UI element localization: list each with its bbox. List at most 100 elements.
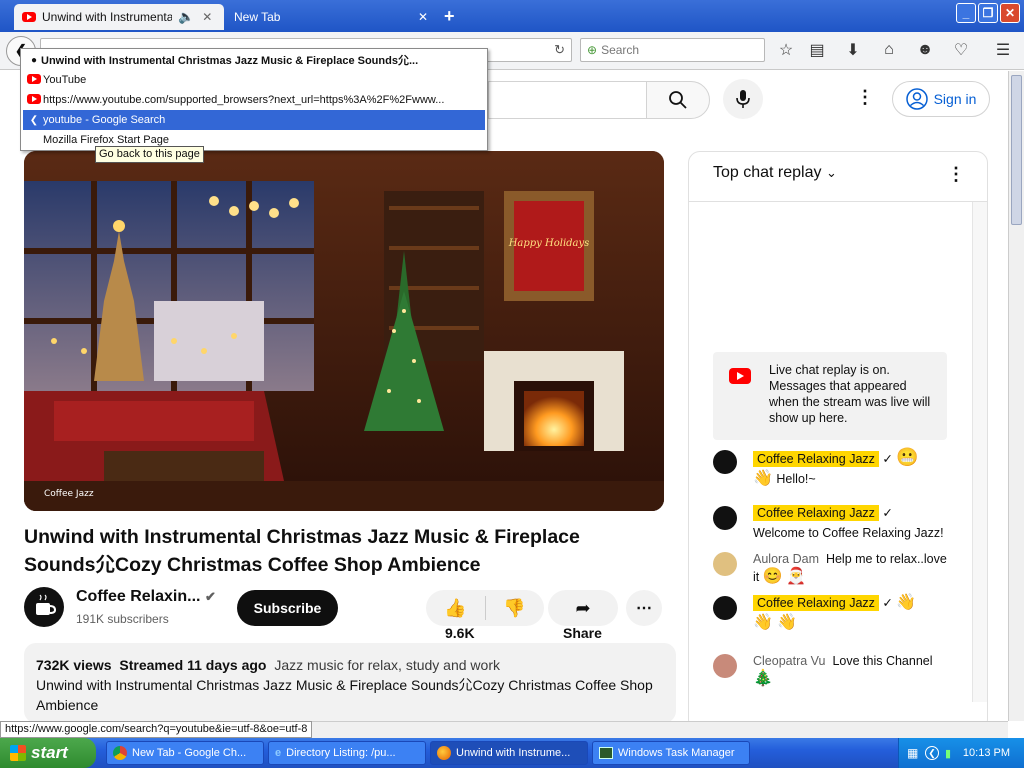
chat-avatar[interactable] [713, 552, 737, 576]
new-tab-button[interactable]: + [444, 6, 455, 27]
windows-taskbar: start New Tab - Google Ch... e Directory … [0, 738, 1024, 768]
stream-date: Streamed 11 days ago [119, 657, 267, 673]
microphone-icon [736, 90, 750, 108]
page-vertical-scrollbar[interactable] [1008, 71, 1024, 721]
scroll-thumb[interactable] [1011, 75, 1022, 225]
chat-message: Coffee Relaxing Jazz ✓ 👋 👋 👋 [713, 594, 953, 642]
ie-icon: e [275, 747, 282, 759]
history-item[interactable]: https://www.youtube.com/supported_browse… [23, 90, 485, 110]
bookmark-star-icon[interactable]: ☆ [775, 38, 797, 62]
taskbar-item[interactable]: e Directory Listing: /pu... [268, 741, 426, 765]
search-input[interactable]: ⊕ Search [580, 38, 765, 62]
chat-text: Love this Channel [832, 654, 933, 668]
back-history-menu: ● Unwind with Instrumental Christmas Jazz… [20, 48, 488, 151]
close-tab-icon[interactable]: ✕ [418, 10, 428, 24]
chat-panel: Top chat replay ⌄ ⋮ Live chat replay is … [688, 151, 988, 721]
tray-expand-icon[interactable]: ❮ [925, 746, 939, 760]
channel-name[interactable]: Coffee Relaxin... ✔ [76, 588, 216, 606]
smile-emoji-icon: 😊 [762, 568, 783, 585]
current-page-dot-icon: ● [30, 54, 38, 66]
chat-author[interactable]: Cleopatra Vu [753, 654, 826, 668]
chat-message: Aulora Dam Help me to relax..love it 😊 🎅 [713, 550, 953, 594]
tab-new-tab[interactable]: New Tab ✕ [226, 4, 436, 30]
home-icon[interactable]: ⌂ [878, 38, 900, 62]
chat-text: Welcome to Coffee Relaxing Jazz! [753, 526, 944, 540]
history-item-selected[interactable]: ❮ youtube - Google Search [23, 110, 485, 130]
chat-avatar[interactable] [713, 506, 737, 530]
voice-search-button[interactable] [723, 79, 763, 119]
taskbar-item[interactable]: Windows Task Manager [592, 741, 750, 765]
share-button[interactable]: ➦ [548, 590, 618, 626]
verified-owner-icon: ✓ [882, 452, 893, 466]
monitor-icon[interactable]: ▮ [945, 747, 951, 760]
task-manager-icon [599, 747, 613, 759]
verified-owner-icon: ✓ [882, 596, 893, 610]
menu-icon[interactable]: ☰ [992, 38, 1014, 62]
chrome-icon [113, 746, 127, 760]
downloads-icon[interactable]: ⬇ [842, 38, 864, 62]
pocket-icon[interactable]: ♡ [950, 38, 972, 62]
chat-author[interactable]: Coffee Relaxing Jazz [753, 505, 879, 521]
close-window-button[interactable]: ✕ [1000, 3, 1020, 23]
back-arrow-icon: ❮ [29, 114, 39, 126]
chat-scrollbar[interactable] [972, 202, 987, 702]
description-tags: Jazz music for relax, study and work [274, 657, 500, 673]
youtube-search-button[interactable] [646, 81, 710, 119]
youtube-icon [22, 12, 36, 22]
reading-list-icon[interactable]: ▤ [806, 38, 828, 62]
restore-button[interactable]: ❐ [978, 3, 998, 23]
like-icon[interactable]: 👍 [427, 598, 485, 619]
chat-notice: Live chat replay is on. Messages that ap… [713, 352, 947, 440]
youtube-search-input[interactable] [488, 81, 646, 119]
view-count: 732K views [36, 657, 112, 673]
sign-in-button[interactable]: Sign in [892, 81, 990, 117]
chat-mode-selector[interactable]: Top chat replay ⌄ [713, 164, 837, 182]
tab-title: New Tab [234, 10, 281, 24]
chat-message: Coffee Relaxing Jazz ✓ 😬 👋 Hello!~ [713, 448, 953, 496]
tab-title: Unwind with Instrumental... [42, 10, 172, 24]
chat-text: Hello!~ [776, 472, 816, 486]
taskbar-item[interactable]: New Tab - Google Ch... [106, 741, 264, 765]
tab-youtube[interactable]: Unwind with Instrumental... 🔈 ✕ [14, 4, 224, 30]
holiday-sign-text: Happy Holidays [508, 238, 590, 249]
youtube-icon [27, 73, 41, 84]
chat-avatar[interactable] [713, 596, 737, 620]
like-count: 9.6K [445, 625, 475, 641]
chat-avatar[interactable] [713, 450, 737, 474]
description-meta: 732K views Streamed 11 days ago Jazz mus… [36, 655, 664, 675]
taskbar-item-active[interactable]: Unwind with Instrume... [430, 741, 588, 765]
chat-author[interactable]: Coffee Relaxing Jazz [753, 451, 879, 467]
history-item[interactable]: ● Unwind with Instrumental Christmas Jazz… [23, 50, 485, 70]
video-player[interactable]: Happy Holidays Coffee Jazz [24, 151, 664, 511]
close-tab-icon[interactable]: ✕ [202, 10, 212, 24]
video-thumbnail: Happy Holidays Coffee Jazz [24, 151, 664, 511]
chat-avatar[interactable] [713, 654, 737, 678]
description-box[interactable]: 732K views Streamed 11 days ago Jazz mus… [24, 643, 676, 721]
youtube-icon [27, 93, 41, 104]
chat-options-icon[interactable]: ⋮ [947, 164, 965, 185]
system-tray: ▦ ❮ ▮ 10:13 PM [898, 738, 1024, 768]
start-button[interactable]: start [0, 738, 96, 768]
windows-logo-icon [10, 745, 26, 761]
network-icon[interactable]: ▦ [907, 746, 918, 760]
chat-icon[interactable]: ☻ [914, 38, 936, 62]
sign-in-label: Sign in [933, 91, 977, 107]
santa-emoji-icon: 🎅 [786, 568, 807, 585]
minimize-button[interactable]: _ [956, 3, 976, 23]
speaker-icon[interactable]: 🔈 [178, 9, 194, 25]
more-options-icon[interactable]: ⋮ [856, 87, 874, 108]
history-item[interactable]: Mozilla Firefox Start Page [23, 130, 485, 150]
reload-icon[interactable]: ↻ [554, 42, 565, 58]
coffee-cup-icon [36, 594, 57, 615]
verified-icon: ✔ [204, 589, 216, 604]
subscribe-button[interactable]: Subscribe [237, 590, 338, 626]
search-engine-icon[interactable]: ⊕ [587, 43, 597, 57]
tree-emoji-icon: 🎄 [753, 670, 773, 687]
chat-author[interactable]: Coffee Relaxing Jazz [753, 595, 879, 611]
history-item[interactable]: YouTube [23, 70, 485, 90]
channel-avatar[interactable] [24, 587, 64, 627]
more-actions-button[interactable]: ⋯ [626, 590, 662, 626]
chat-author[interactable]: Aulora Dam [753, 552, 819, 566]
more-horizontal-icon: ⋯ [636, 600, 652, 617]
dislike-icon[interactable]: 👎 [486, 598, 544, 619]
